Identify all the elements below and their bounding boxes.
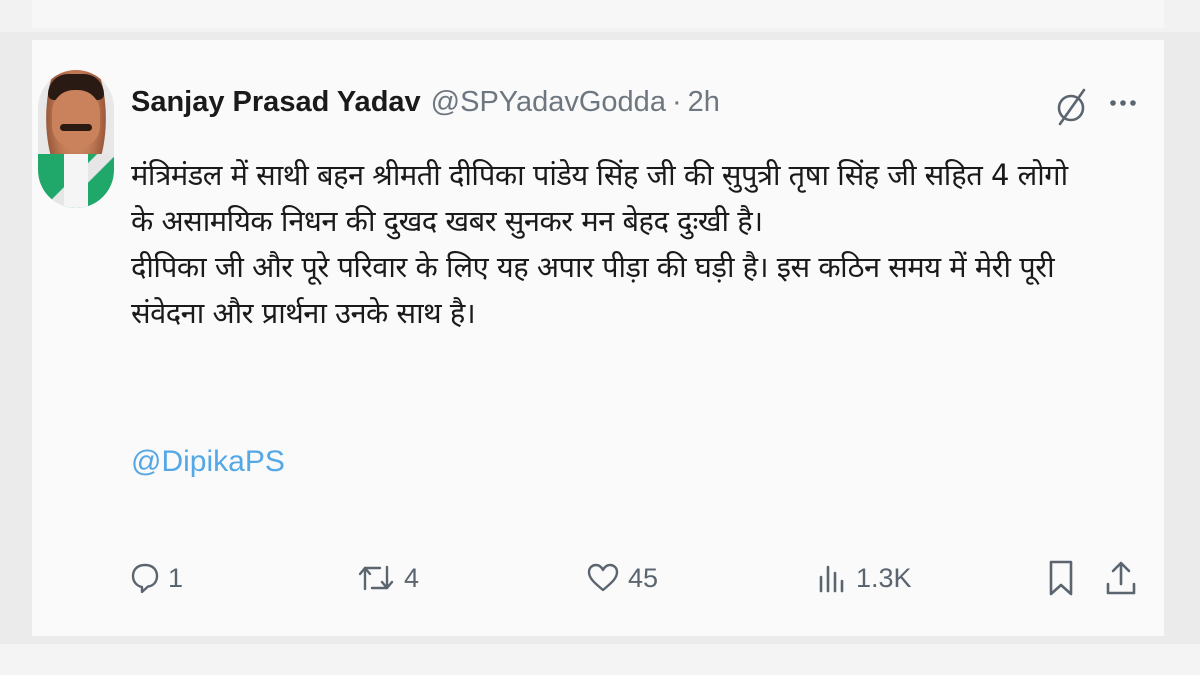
share-icon <box>1106 561 1136 595</box>
previous-post-edge <box>32 0 1164 28</box>
action-bar: 1 4 45 1.3K <box>0 550 1200 606</box>
tweet-text-line: संवेदना और प्रार्थना उनके साथ है। <box>131 296 476 330</box>
tweet-card[interactable] <box>32 40 1164 636</box>
views-button[interactable]: 1.3K <box>816 550 912 606</box>
tweet-header: Sanjay Prasad Yadav @SPYadavGodda · 2h <box>131 80 720 124</box>
like-button[interactable]: 45 <box>586 550 658 606</box>
mention-link[interactable]: @DipikaPS <box>131 440 285 484</box>
tweet-text-line: मंत्रिमंडल में साथी बहन श्रीमती दीपिका प… <box>131 158 1068 192</box>
bookmark-icon <box>1049 560 1073 596</box>
reply-icon <box>131 563 159 594</box>
user-handle[interactable]: @SPYadavGodda <box>431 86 666 118</box>
retweet-icon <box>358 565 394 591</box>
avatar[interactable] <box>38 70 114 208</box>
views-count: 1.3K <box>856 562 912 593</box>
tweet-text-line: के असामयिक निधन की दुखद खबर सुनकर मन बेह… <box>131 204 763 238</box>
reply-button[interactable]: 1 <box>130 550 183 606</box>
tweet-text: मंत्रिमंडल में साथी बहन श्रीमती दीपिका प… <box>131 152 1141 336</box>
reply-count: 1 <box>168 562 184 593</box>
bookmark-button[interactable] <box>1046 550 1084 606</box>
avatar-face <box>52 90 100 148</box>
bottom-strip <box>0 644 1200 675</box>
like-icon <box>587 563 619 592</box>
like-count: 45 <box>628 562 659 593</box>
grok-icon[interactable] <box>1054 84 1090 128</box>
top-strip <box>0 0 1200 32</box>
share-button[interactable] <box>1104 550 1146 606</box>
display-name[interactable]: Sanjay Prasad Yadav <box>131 86 421 118</box>
separator-dot: · <box>671 86 682 118</box>
retweet-button[interactable]: 4 <box>356 550 419 606</box>
more-icon[interactable] <box>1108 88 1138 118</box>
avatar-mustache <box>60 124 92 131</box>
avatar-shirt <box>64 154 88 208</box>
tweet-text-line: दीपिका जी और पूरे परिवार के लिए यह अपार … <box>131 250 1055 284</box>
retweet-count: 4 <box>404 562 420 593</box>
timestamp[interactable]: 2h <box>688 86 720 118</box>
views-icon <box>819 565 844 593</box>
